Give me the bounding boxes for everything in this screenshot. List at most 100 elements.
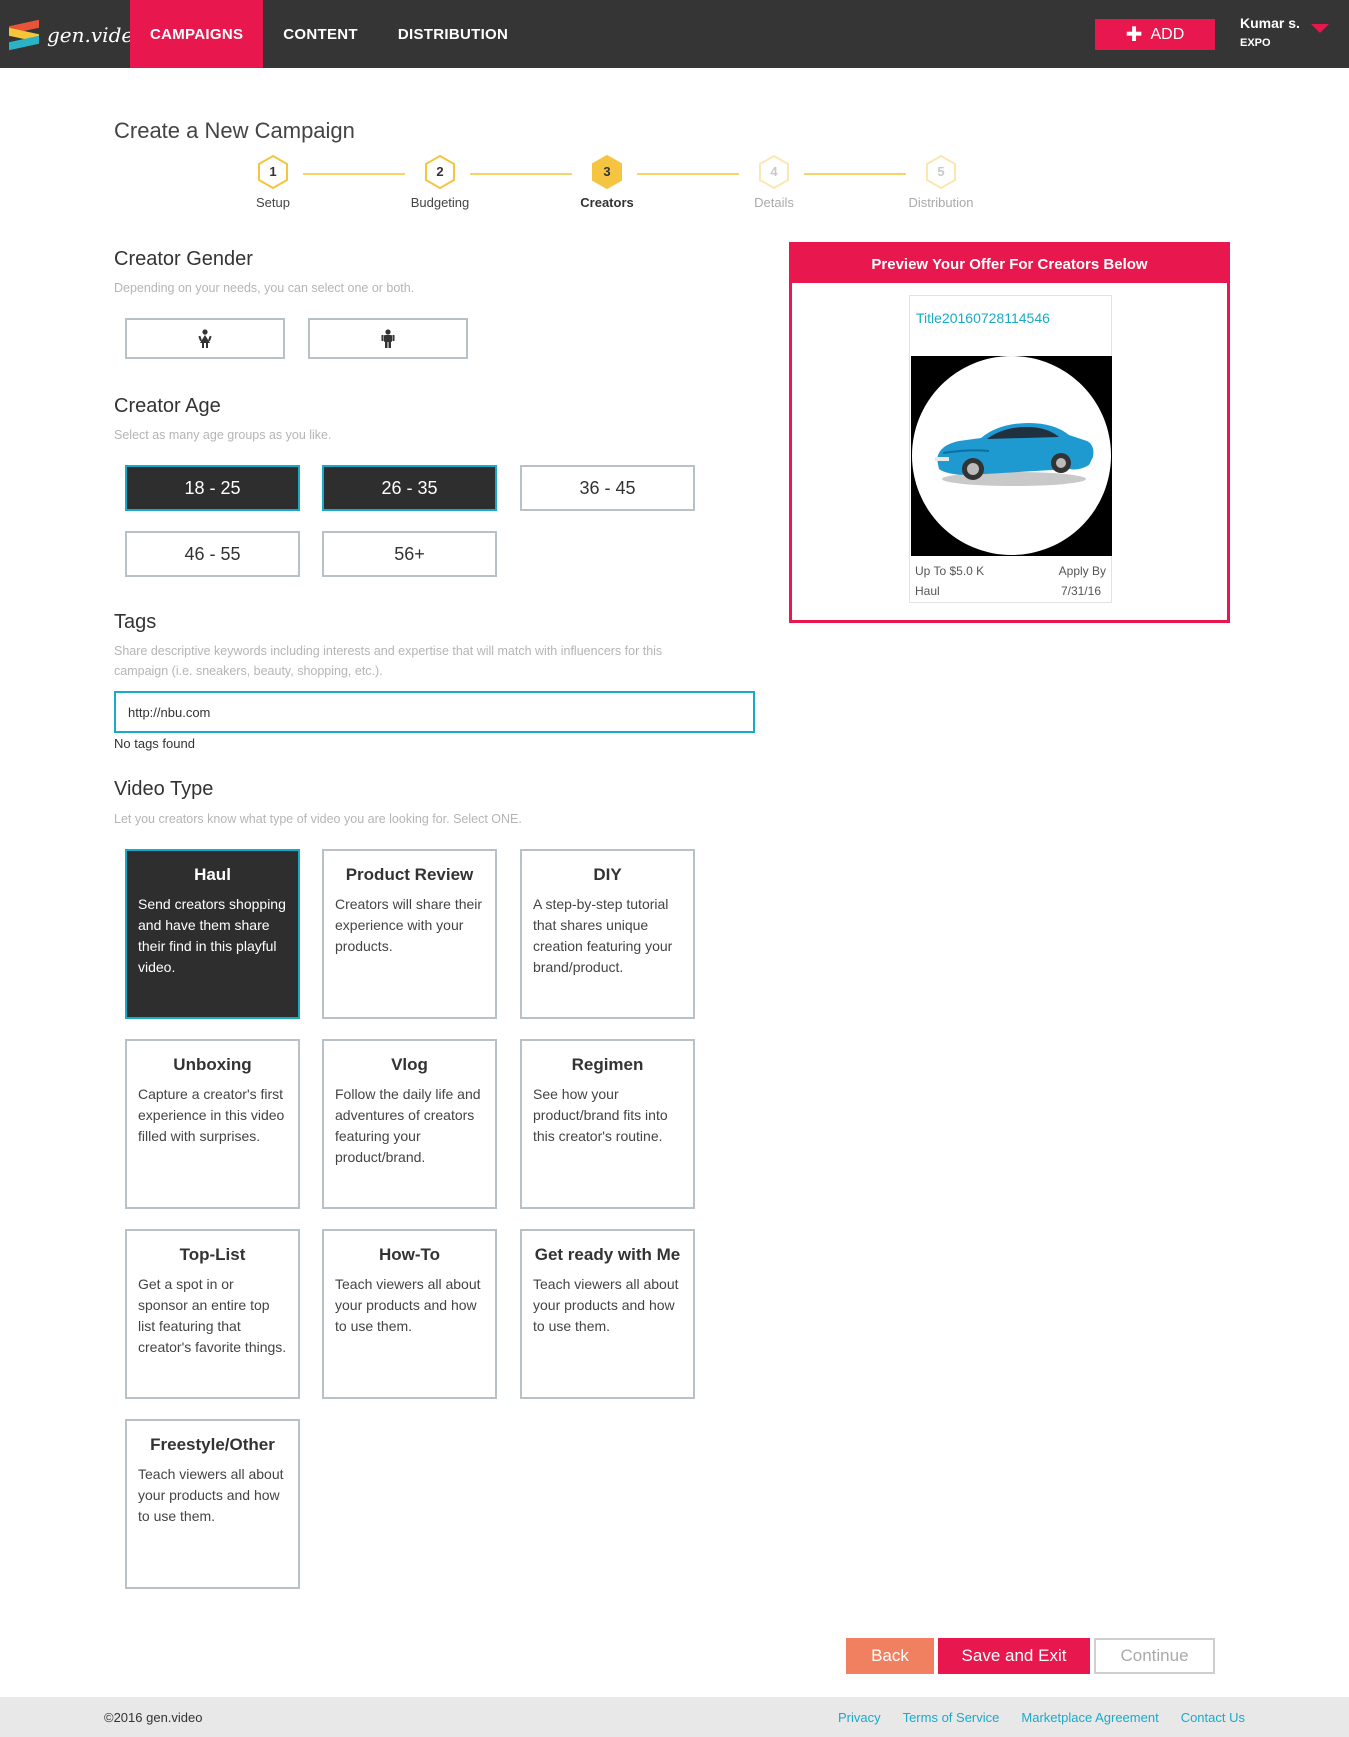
video-type-section-title: Video Type — [114, 778, 214, 800]
step-label: Budgeting — [410, 195, 470, 210]
gender-section-title: Creator Gender — [114, 248, 253, 270]
female-icon — [198, 328, 212, 348]
age-option-56-plus[interactable]: 56+ — [322, 531, 497, 577]
tags-status: No tags found — [114, 736, 195, 751]
logo-icon — [9, 19, 39, 51]
nav-distribution[interactable]: DISTRIBUTION — [378, 0, 528, 68]
age-option-36-45[interactable]: 36 - 45 — [520, 465, 695, 511]
logo[interactable]: gen.video — [9, 19, 145, 51]
video-type-title: Product Review — [345, 865, 474, 884]
video-type-section-subtitle: Let you creators know what type of video… — [114, 812, 522, 826]
video-type-title: Top-List — [179, 1245, 246, 1264]
video-type-vlog[interactable]: Vlog Follow the daily life and adventure… — [322, 1039, 497, 1209]
age-section-subtitle: Select as many age groups as you like. — [114, 428, 332, 442]
gender-male-button[interactable] — [308, 318, 468, 359]
offer-card[interactable]: Title20160728114546 Up To $5.0 K Haul Ap… — [909, 295, 1112, 603]
step-details[interactable]: 4 Details — [724, 155, 824, 210]
video-type-get-ready-with-me[interactable]: Get ready with Me Teach viewers all abou… — [520, 1229, 695, 1399]
video-type-title: Haul — [194, 865, 231, 884]
step-creators[interactable]: 3 Creators — [557, 155, 657, 210]
age-option-46-55[interactable]: 46 - 55 — [125, 531, 300, 577]
video-type-top-list[interactable]: Top-List Get a spot in or sponsor an ent… — [125, 1229, 300, 1399]
progress-stepper: 1 Setup 2 Budgeting 3 Creators 4 Details… — [256, 155, 1040, 225]
age-section-title: Creator Age — [114, 395, 221, 417]
footer-links: Privacy Terms of Service Marketplace Agr… — [838, 1710, 1245, 1725]
car-image — [935, 423, 1094, 486]
page-title: Create a New Campaign — [114, 118, 355, 143]
add-button[interactable]: ✚ ADD — [1095, 19, 1215, 50]
gender-female-button[interactable] — [125, 318, 285, 359]
add-button-label: ADD — [1150, 25, 1185, 43]
step-setup[interactable]: 1 Setup — [223, 155, 323, 210]
video-type-desc: Teach viewers all about your products an… — [138, 1466, 284, 1524]
copyright: ©2016 gen.video — [104, 1710, 203, 1725]
age-option-18-25[interactable]: 18 - 25 — [125, 465, 300, 511]
offer-type: Haul — [915, 584, 940, 598]
offer-image — [911, 356, 1112, 556]
step-label: Distribution — [908, 195, 974, 210]
video-type-desc: Creators will share their experience wit… — [335, 896, 483, 954]
save-and-exit-button[interactable]: Save and Exit — [938, 1638, 1090, 1674]
footer-link-marketplace-agreement[interactable]: Marketplace Agreement — [1021, 1710, 1158, 1725]
video-type-desc: Teach viewers all about your products an… — [335, 1276, 481, 1334]
video-type-title: Regimen — [571, 1055, 644, 1074]
video-type-title: Freestyle/Other — [150, 1435, 275, 1454]
video-type-title: DIY — [593, 865, 622, 884]
offer-budget: Up To $5.0 K — [915, 564, 985, 578]
top-navigation-bar: gen.video CAMPAIGNS CONTENT DISTRIBUTION… — [0, 0, 1349, 68]
video-type-desc: See how your product/brand fits into thi… — [533, 1086, 668, 1144]
user-org: EXPO — [1240, 37, 1271, 49]
user-name: Kumar s. — [1240, 15, 1300, 31]
video-type-desc: Teach viewers all about your products an… — [533, 1276, 679, 1334]
tags-section-subtitle-line1: Share descriptive keywords including int… — [114, 644, 663, 658]
footer-link-terms[interactable]: Terms of Service — [903, 1710, 1000, 1725]
video-type-title: Unboxing — [173, 1055, 252, 1074]
tags-section-subtitle-line2: campaign (i.e. sneakers, beauty, shoppin… — [114, 664, 383, 678]
hexagon-icon: 1 — [258, 155, 288, 189]
offer-apply-date: 7/31/16 — [1060, 584, 1101, 598]
nav-campaigns[interactable]: CAMPAIGNS — [130, 0, 264, 68]
plus-icon: ✚ — [1125, 23, 1143, 46]
main-nav: CAMPAIGNS CONTENT DISTRIBUTION — [130, 0, 528, 68]
footer-link-contact-us[interactable]: Contact Us — [1181, 1710, 1245, 1725]
video-type-product-review[interactable]: Product Review Creators will share their… — [322, 849, 497, 1019]
video-type-desc: A step-by-step tutorial that shares uniq… — [533, 896, 673, 975]
video-type-desc: Follow the daily life and adventures of … — [335, 1086, 481, 1165]
chevron-down-icon[interactable] — [1311, 24, 1329, 33]
continue-button[interactable]: Continue — [1094, 1638, 1215, 1674]
hexagon-icon: 3 — [592, 155, 622, 189]
back-button[interactable]: Back — [846, 1638, 934, 1674]
video-type-diy[interactable]: DIY A step-by-step tutorial that shares … — [520, 849, 695, 1019]
user-menu[interactable]: Kumar s. EXPO — [1240, 15, 1300, 49]
video-type-unboxing[interactable]: Unboxing Capture a creator's first exper… — [125, 1039, 300, 1209]
preview-heading: Preview Your Offer For Creators Below — [792, 245, 1227, 283]
step-label: Creators — [580, 195, 634, 210]
step-number: 3 — [603, 164, 611, 179]
video-type-regimen[interactable]: Regimen See how your product/brand fits … — [520, 1039, 695, 1209]
tags-section-title: Tags — [114, 611, 157, 633]
step-number: 1 — [269, 164, 277, 179]
hexagon-icon: 2 — [425, 155, 455, 189]
video-type-title: How-To — [378, 1245, 441, 1264]
step-budgeting[interactable]: 2 Budgeting — [390, 155, 490, 210]
offer-apply-label: Apply By — [1058, 564, 1106, 578]
male-icon — [381, 328, 395, 348]
step-distribution[interactable]: 5 Distribution — [891, 155, 991, 210]
video-type-haul[interactable]: Haul Send creators shopping and have the… — [125, 849, 300, 1019]
offer-title: Title20160728114546 — [916, 310, 1050, 326]
footer: ©2016 gen.video Privacy Terms of Service… — [0, 1697, 1349, 1737]
video-type-how-to[interactable]: How-To Teach viewers all about your prod… — [322, 1229, 497, 1399]
gender-section-subtitle: Depending on your needs, you can select … — [114, 281, 415, 295]
video-type-desc: Capture a creator's first experience in … — [138, 1086, 285, 1144]
age-option-26-35[interactable]: 26 - 35 — [322, 465, 497, 511]
tags-input[interactable] — [114, 691, 755, 733]
offer-preview-panel: Preview Your Offer For Creators Below Ti… — [789, 242, 1230, 623]
footer-link-privacy[interactable]: Privacy — [838, 1710, 881, 1725]
hexagon-icon: 5 — [926, 155, 956, 189]
nav-content[interactable]: CONTENT — [263, 0, 378, 68]
hexagon-icon: 4 — [759, 155, 789, 189]
video-type-title: Vlog — [391, 1055, 428, 1074]
video-type-desc: Send creators shopping and have them sha… — [138, 896, 286, 975]
step-number: 4 — [770, 164, 778, 179]
video-type-freestyle-other[interactable]: Freestyle/Other Teach viewers all about … — [125, 1419, 300, 1589]
